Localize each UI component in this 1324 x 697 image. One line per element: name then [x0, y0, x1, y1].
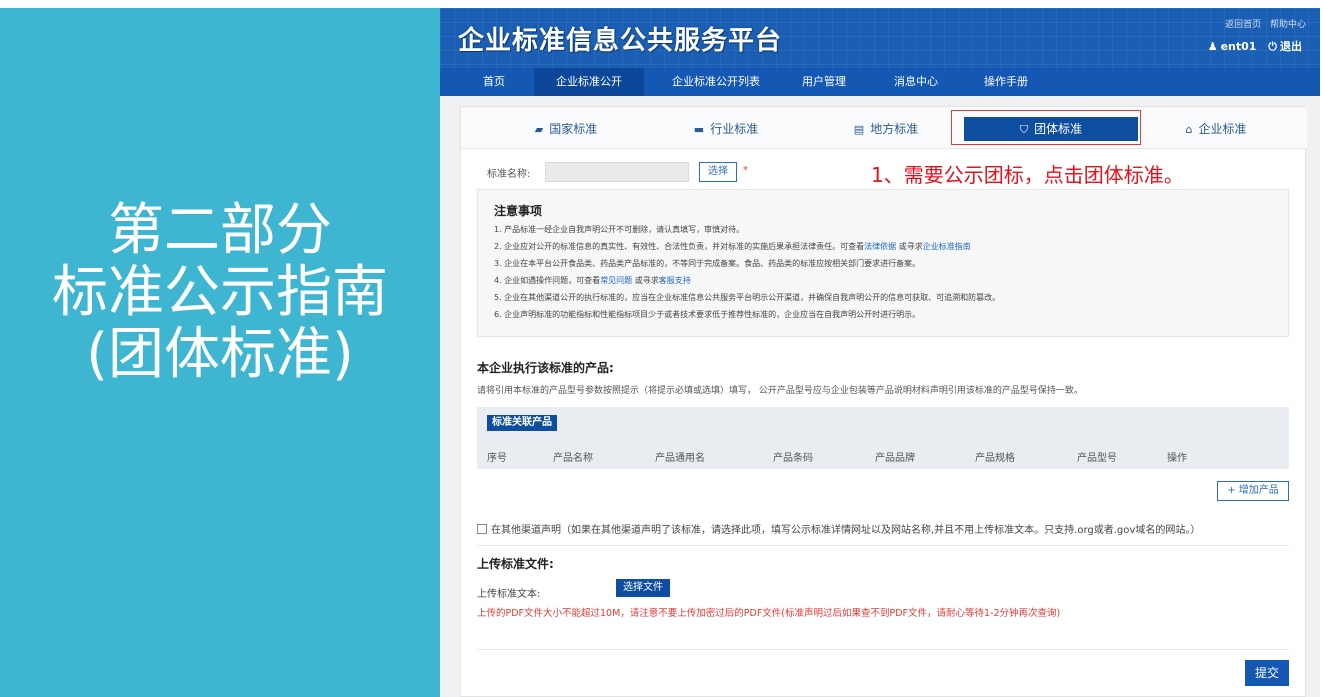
column-header: 产品品牌	[875, 453, 915, 464]
column-header: 产品条码	[773, 453, 813, 464]
bank-icon: ⌂	[1185, 123, 1193, 136]
tab-label: 国家标准	[549, 122, 598, 136]
annotation-highlight-box	[951, 110, 1141, 145]
nav-standard-publish[interactable]: 企业标准公开	[534, 68, 644, 96]
legal-basis-link[interactable]: 法律依据	[864, 242, 896, 251]
column-header: 产品规格	[975, 453, 1015, 464]
user-bar: ♟ ent01 ⏻ 退出	[1200, 38, 1302, 54]
required-mark: *	[743, 165, 748, 176]
choose-file-button[interactable]: 选择文件	[616, 579, 670, 597]
column-header: 产品通用名	[655, 453, 705, 464]
standard-type-tabs: ▰ 国家标准 ▬ 行业标准 ▤ 地方标准 ⛉ 团体标准 ⌂ 企业标准	[461, 107, 1307, 149]
column-header: 操作	[1167, 453, 1187, 464]
products-table: 标准关联产品 序号 产品名称 产品通用名 产品条码 产品品牌 产品规格 产品型号…	[477, 407, 1289, 469]
tab-national-standard[interactable]: ▰ 国家标准	[501, 117, 631, 141]
slide-panel: 第二部分 标准公示指南 (团体标准)	[0, 8, 440, 697]
tab-local-standard[interactable]: ▤ 地方标准	[821, 117, 951, 141]
divider	[477, 649, 1289, 650]
notice-line: 3. 企业在本平台公开食品类、药品类产品标准的，不等同于完成备案。食品、药品类的…	[494, 259, 921, 268]
standard-name-label: 标准名称:	[487, 169, 531, 180]
upload-label: 上传标准文本:	[477, 589, 541, 600]
other-channel-row: 在其他渠道声明（如果在其他渠道声明了该标准，请选择此项，填写公示标准详情网址以及…	[477, 521, 1200, 536]
products-hint: 请将引用本标准的产品型号参数按照提示（将提示必填或选填）填写， 公开产品型号应与…	[477, 386, 1083, 396]
slide-title: 第二部分 标准公示指南 (团体标准)	[0, 200, 440, 386]
notice-box: 注意事项 1. 产品标准一经企业自我声明公开不可删除，请认真填写，审慎对待。 2…	[477, 189, 1289, 337]
tab-label: 企业标准	[1198, 122, 1247, 136]
logout-link[interactable]: 退出	[1280, 40, 1302, 53]
column-header: 序号	[487, 453, 507, 464]
submit-button[interactable]: 提交	[1245, 660, 1289, 686]
nav-message-center[interactable]: 消息中心	[876, 68, 956, 96]
upload-note: 上传的PDF文件大小不能超过10M，请注意不要上传加密过后的PDF文件(标准声明…	[477, 608, 1061, 619]
main-nav: 首页 企业标准公开 企业标准公开列表 用户管理 消息中心 操作手册	[440, 68, 1320, 96]
tab-enterprise-standard[interactable]: ⌂ 企业标准	[1151, 117, 1281, 141]
select-button[interactable]: 选择	[699, 162, 737, 182]
column-header: 产品名称	[553, 453, 593, 464]
standard-name-input[interactable]	[545, 162, 689, 182]
nav-standard-list[interactable]: 企业标准公开列表	[654, 68, 778, 96]
notice-line: 2. 企业应对公开的标准信息的真实性、有效性、合法性负责，并对标准的实施后果承担…	[494, 242, 971, 251]
nav-user-management[interactable]: 用户管理	[788, 68, 860, 96]
home-link[interactable]: 返回首页	[1225, 20, 1261, 30]
tab-label: 地方标准	[870, 122, 919, 136]
other-channel-checkbox[interactable]	[477, 524, 487, 534]
other-channel-label: 在其他渠道声明（如果在其他渠道声明了该标准，请选择此项，填写公示标准详情网址以及…	[491, 525, 1201, 536]
divider	[477, 545, 1289, 546]
faq-link[interactable]: 常见问题	[600, 276, 632, 285]
username[interactable]: ent01	[1221, 40, 1257, 53]
platform-screenshot: 企业标准信息公共服务平台 返回首页 帮助中心 ♟ ent01 ⏻ 退出 首页 企业标…	[440, 8, 1320, 697]
help-link[interactable]: 帮助中心	[1270, 20, 1306, 30]
briefcase-icon: ▬	[693, 123, 705, 136]
slide-title-line-3: (团体标准)	[86, 322, 354, 387]
tab-label: 行业标准	[710, 122, 759, 136]
header-banner: 企业标准信息公共服务平台 返回首页 帮助中心 ♟ ent01 ⏻ 退出	[440, 8, 1320, 68]
products-section-title: 本企业执行该标准的产品:	[477, 361, 614, 375]
notice-line: 5. 企业在其他渠道公开的执行标准的，应当在企业标准信息公共服务平台明示公开渠道…	[494, 293, 1001, 302]
nav-manual[interactable]: 操作手册	[966, 68, 1046, 96]
tab-industry-standard[interactable]: ▬ 行业标准	[661, 117, 791, 141]
notice-title: 注意事项	[494, 204, 543, 218]
platform-logo: 企业标准信息公共服务平台	[458, 26, 783, 56]
notice-line: 4. 企业如遇操作问题，可查看常见问题 或寻求客服支持	[494, 276, 691, 285]
power-icon: ⏻	[1268, 40, 1277, 53]
upload-section-title: 上传标准文件:	[477, 557, 554, 571]
form-panel: ▰ 国家标准 ▬ 行业标准 ▤ 地方标准 ⛉ 团体标准 ⌂ 企业标准 标准名称: 选择 *…	[460, 106, 1307, 697]
tutorial-annotation: 1、需要公示团标，点击团体标准。	[871, 163, 1184, 187]
top-links: 返回首页 帮助中心	[1219, 17, 1306, 30]
standard-guide-link[interactable]: 企业标准指南	[923, 242, 971, 251]
table-tag: 标准关联产品	[487, 415, 557, 431]
slide-title-line-1: 第二部分	[108, 198, 332, 263]
column-header: 产品型号	[1077, 453, 1117, 464]
notice-line: 1. 产品标准一经企业自我声明公开不可删除，请认真填写，审慎对待。	[494, 225, 745, 234]
notice-line: 6. 企业声明标准的功能指标和性能指标项目少于或者技术要求低于推荐性标准的，企业…	[494, 310, 921, 319]
support-link[interactable]: 客服支持	[659, 276, 691, 285]
person-icon: ♟	[1207, 40, 1218, 53]
slide-title-line-2: 标准公示指南	[52, 260, 388, 325]
book-icon: ▰	[534, 123, 544, 136]
add-product-button[interactable]: + 增加产品	[1217, 481, 1289, 501]
nav-home[interactable]: 首页	[468, 68, 520, 96]
document-icon: ▤	[853, 123, 865, 136]
